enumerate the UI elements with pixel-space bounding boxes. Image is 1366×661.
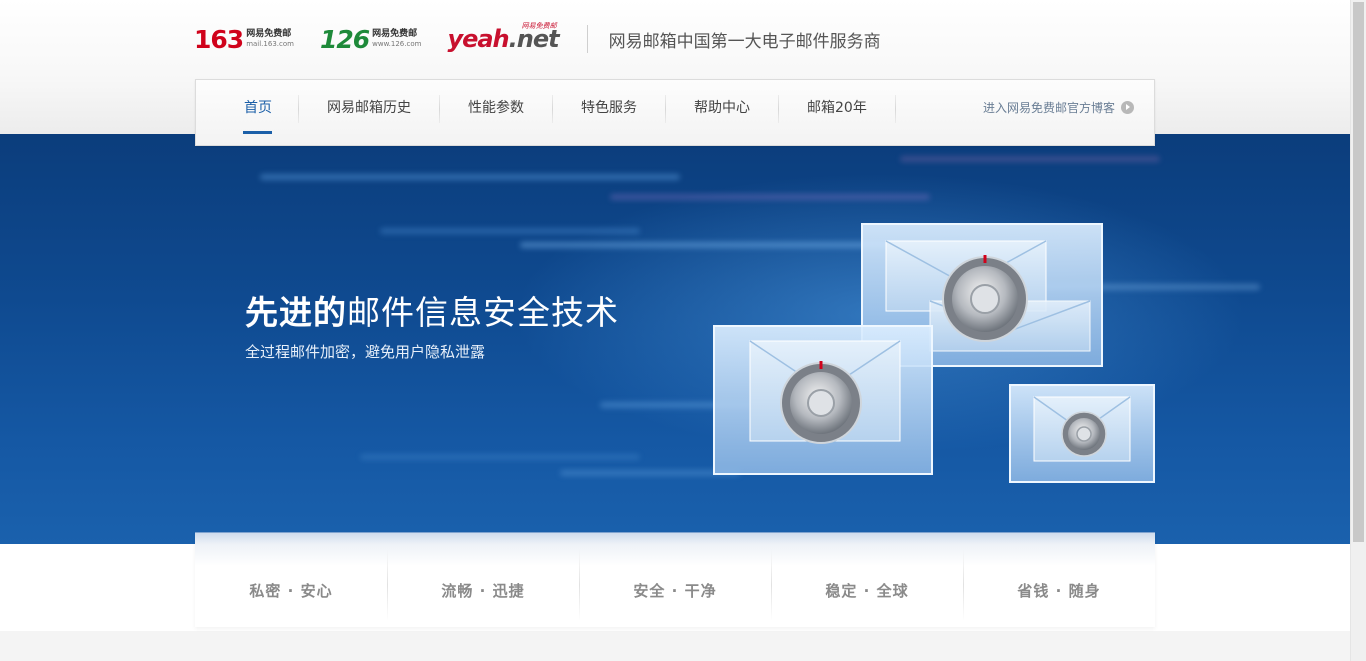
secure-envelope-illustration <box>713 223 1155 483</box>
nav-item-features[interactable]: 特色服务 <box>553 80 665 135</box>
logo-163-sub: 网易免费邮 mail.163.com <box>246 30 294 48</box>
logo-yeah-tag: 网易免费邮 <box>521 22 557 30</box>
official-blog-label: 进入网易免费邮官方博客 <box>982 101 1115 115</box>
main-navbar: 首页 网易邮箱历史 性能参数 特色服务 帮助中心 邮箱20年 进入网易免费邮官方… <box>195 79 1155 146</box>
logo-126[interactable]: 126 网易免费邮 www.126.com <box>320 27 421 52</box>
header-tagline: 网易邮箱中国第一大电子邮件服务商 <box>608 31 881 52</box>
logo-163-url: mail.163.com <box>246 40 294 48</box>
light-streak <box>260 174 680 180</box>
light-streak <box>610 194 930 200</box>
official-blog-link[interactable]: 进入网易免费邮官方博客 <box>983 80 1134 135</box>
feature-security[interactable]: 安全 · 干净 <box>579 533 771 627</box>
logo-163-number: 163 <box>194 24 244 54</box>
light-streak <box>380 228 640 234</box>
nav-items: 首页 网易邮箱历史 性能参数 特色服务 帮助中心 邮箱20年 <box>216 80 896 135</box>
nav-item-history[interactable]: 网易邮箱历史 <box>299 80 439 135</box>
feature-speed[interactable]: 流畅 · 迅捷 <box>387 533 579 627</box>
logo-yeah[interactable]: 网易免费邮 yeah.net <box>447 22 559 53</box>
arrow-right-circle-icon <box>1121 101 1134 114</box>
features-strip: 私密 · 安心 流畅 · 迅捷 安全 · 干净 稳定 · 全球 省钱 · 随身 <box>195 532 1155 627</box>
feature-stability[interactable]: 稳定 · 全球 <box>771 533 963 627</box>
logo-yeah-main: yeah <box>447 25 509 53</box>
logo-163[interactable]: 163 网易免费邮 mail.163.com <box>194 27 294 52</box>
logo-bar: 163 网易免费邮 mail.163.com 126 网易免费邮 www.126… <box>194 22 881 56</box>
nav-item-help[interactable]: 帮助中心 <box>666 80 778 135</box>
envelope-box-left <box>713 325 933 475</box>
hero-title: 先进的邮件信息安全技术 <box>245 286 619 334</box>
header-divider <box>586 25 588 53</box>
hero-subtitle: 全过程邮件加密，避免用户隐私泄露 <box>245 343 486 361</box>
logo-126-sub: 网易免费邮 www.126.com <box>372 30 421 48</box>
logo-163-cn: 网易免费邮 <box>246 29 292 39</box>
hero-banner: 先进的邮件信息安全技术 全过程邮件加密，避免用户隐私泄露 <box>0 134 1350 544</box>
feature-privacy[interactable]: 私密 · 安心 <box>195 533 387 627</box>
feature-mobile[interactable]: 省钱 · 随身 <box>963 533 1155 627</box>
hero-title-strong: 先进的 <box>245 293 347 332</box>
logo-126-url: www.126.com <box>372 40 422 48</box>
logo-126-cn: 网易免费邮 <box>372 29 418 39</box>
scrollbar-thumb[interactable] <box>1353 2 1364 542</box>
hero-title-rest: 邮件信息安全技术 <box>347 293 619 332</box>
logo-126-number: 126 <box>319 24 370 54</box>
nav-item-performance[interactable]: 性能参数 <box>440 80 552 135</box>
light-streak <box>900 156 1160 162</box>
nav-item-20-years[interactable]: 邮箱20年 <box>779 80 895 135</box>
vertical-scrollbar[interactable] <box>1350 0 1366 661</box>
nav-separator <box>894 95 896 123</box>
nav-item-home[interactable]: 首页 <box>216 80 298 135</box>
envelope-box-small <box>1009 384 1155 483</box>
light-streak <box>360 454 640 460</box>
